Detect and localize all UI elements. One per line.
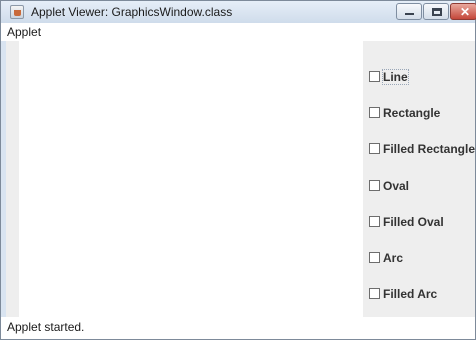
checkbox-filled-arc[interactable] <box>369 288 380 299</box>
minimize-icon <box>405 13 414 15</box>
label-line[interactable]: Line <box>382 69 409 85</box>
menu-applet[interactable]: Applet <box>7 25 41 39</box>
shape-options-panel: Line Rectangle Filled Rectangle Oval Fil… <box>363 41 475 317</box>
maximize-button[interactable] <box>423 3 449 20</box>
label-filled-arc[interactable]: Filled Arc <box>383 287 437 301</box>
window-title: Applet Viewer: GraphicsWindow.class <box>31 5 233 19</box>
checkbox-arc[interactable] <box>369 252 380 263</box>
status-bar: Applet started. <box>1 317 475 339</box>
applet-area: Line Rectangle Filled Rectangle Oval Fil… <box>6 41 475 317</box>
close-icon: ✕ <box>460 5 471 19</box>
drawing-canvas[interactable] <box>19 41 363 317</box>
minimize-button[interactable] <box>396 3 422 20</box>
checkbox-oval[interactable] <box>369 180 380 191</box>
close-button[interactable]: ✕ <box>450 3 476 20</box>
label-filled-rectangle[interactable]: Filled Rectangle <box>383 142 475 156</box>
menu-bar: Applet <box>1 23 475 41</box>
java-applet-icon[interactable] <box>10 5 24 19</box>
checkbox-filled-oval[interactable] <box>369 216 380 227</box>
checkbox-rectangle[interactable] <box>369 107 380 118</box>
title-bar[interactable]: Applet Viewer: GraphicsWindow.class ✕ <box>1 1 476 23</box>
status-text: Applet started. <box>7 320 85 334</box>
label-arc[interactable]: Arc <box>383 251 403 265</box>
label-oval[interactable]: Oval <box>383 179 409 193</box>
checkbox-line[interactable] <box>369 71 380 82</box>
maximize-icon <box>432 8 442 16</box>
checkbox-filled-rectangle[interactable] <box>369 143 380 154</box>
label-rectangle[interactable]: Rectangle <box>383 106 440 120</box>
label-filled-oval[interactable]: Filled Oval <box>383 215 444 229</box>
left-margin <box>6 41 19 317</box>
applet-viewer-window: Applet Viewer: GraphicsWindow.class ✕ Ap… <box>0 0 476 340</box>
